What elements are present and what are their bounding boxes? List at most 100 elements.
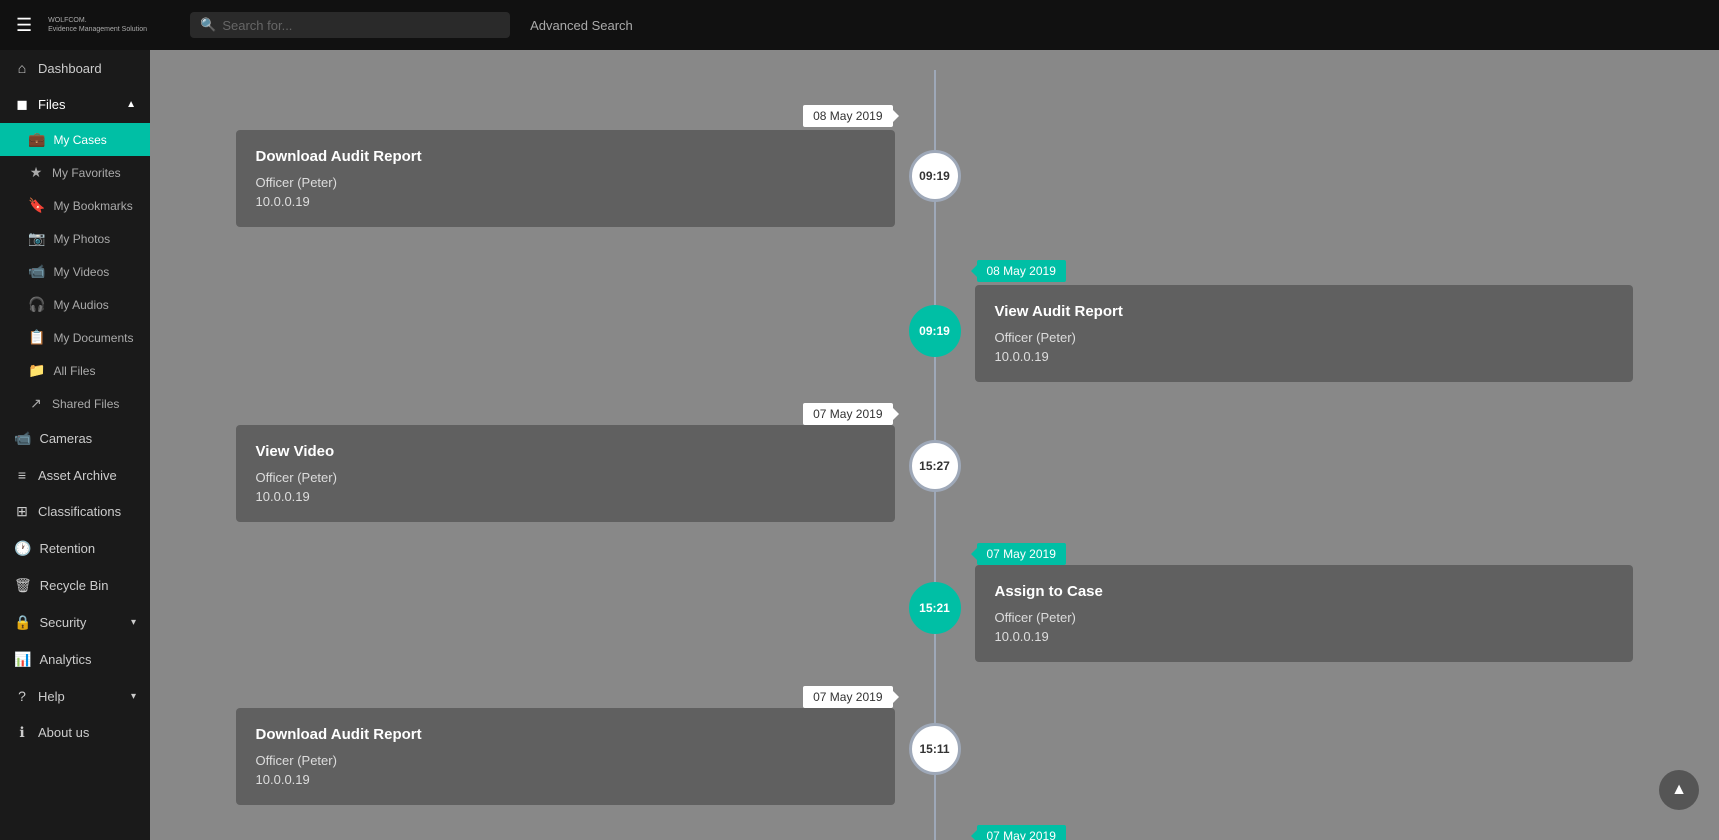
hamburger-icon[interactable]: ☰ bbox=[16, 15, 32, 36]
card-1-action: Download Audit Report bbox=[256, 148, 875, 165]
security-chevron-icon: ▾ bbox=[131, 617, 136, 628]
card-4-action: Assign to Case bbox=[995, 583, 1614, 600]
sidebar-item-cameras[interactable]: 📹 Cameras bbox=[0, 420, 150, 457]
help-chevron-icon: ▾ bbox=[131, 691, 136, 702]
about-us-icon: ℹ bbox=[14, 724, 30, 741]
card-4-ip: 10.0.0.19 bbox=[995, 629, 1614, 644]
my-documents-icon: 📋 bbox=[28, 329, 45, 346]
date-badge-1: 08 May 2019 bbox=[803, 105, 892, 127]
date-badge-5: 07 May 2019 bbox=[803, 686, 892, 708]
topbar: ☰ WOLFCOM. Evidence Management Solution … bbox=[0, 0, 1719, 50]
sidebar-my-bookmarks-label: My Bookmarks bbox=[53, 199, 132, 213]
my-favorites-icon: ★ bbox=[28, 164, 44, 181]
card-5-action: Download Audit Report bbox=[256, 726, 875, 743]
sidebar-item-recycle-bin[interactable]: 🗑 Recycle Bin bbox=[0, 567, 150, 604]
card-1-ip: 10.0.0.19 bbox=[256, 194, 875, 209]
date-badge-2: 08 May 2019 bbox=[977, 260, 1066, 282]
sidebar-asset-archive-label: Asset Archive bbox=[38, 468, 117, 483]
advanced-search-link[interactable]: Advanced Search bbox=[530, 18, 633, 33]
date-badge-3: 07 May 2019 bbox=[803, 403, 892, 425]
scroll-top-icon: ▲ bbox=[1671, 781, 1687, 799]
sidebar-retention-label: Retention bbox=[39, 541, 95, 556]
timeline-content: 08 May 2019 Download Audit Report Office… bbox=[150, 50, 1719, 840]
shared-files-icon: ↗ bbox=[28, 395, 44, 412]
card-1-officer: Officer (Peter) bbox=[256, 175, 875, 190]
card-5-officer: Officer (Peter) bbox=[256, 753, 875, 768]
sidebar-my-audios-label: My Audios bbox=[53, 298, 108, 312]
sidebar-item-shared-files[interactable]: ↗ Shared Files bbox=[0, 387, 150, 420]
timeline-card-4: Assign to Case Officer (Peter) 10.0.0.19 bbox=[975, 565, 1634, 662]
sidebar-item-all-files[interactable]: 📁 All Files bbox=[0, 354, 150, 387]
sidebar-cameras-label: Cameras bbox=[39, 431, 92, 446]
sidebar-my-videos-label: My Videos bbox=[53, 265, 109, 279]
my-photos-icon: 📷 bbox=[28, 230, 45, 247]
sidebar-all-files-label: All Files bbox=[53, 364, 95, 378]
sidebar-item-my-cases[interactable]: 💼 My Cases bbox=[0, 123, 150, 156]
sidebar-analytics-label: Analytics bbox=[39, 652, 91, 667]
classifications-icon: ⊞ bbox=[14, 503, 30, 520]
sidebar-item-classifications[interactable]: ⊞ Classifications bbox=[0, 493, 150, 530]
sidebar-shared-files-label: Shared Files bbox=[52, 397, 119, 411]
sidebar-item-help[interactable]: ? Help ▾ bbox=[0, 678, 150, 714]
sidebar-help-label: Help bbox=[38, 689, 65, 704]
sidebar-my-favorites-label: My Favorites bbox=[52, 166, 121, 180]
card-4-officer: Officer (Peter) bbox=[995, 610, 1614, 625]
timeline-card-5: Download Audit Report Officer (Peter) 10… bbox=[236, 708, 895, 805]
sidebar-my-photos-label: My Photos bbox=[53, 232, 110, 246]
search-input[interactable] bbox=[222, 18, 500, 33]
node-circle-5: 15:11 bbox=[909, 723, 961, 775]
sidebar-item-my-favorites[interactable]: ★ My Favorites bbox=[0, 156, 150, 189]
sidebar-item-analytics[interactable]: 📊 Analytics bbox=[0, 641, 150, 678]
logo-name: WOLFCOM. bbox=[48, 16, 178, 25]
files-icon: ◼ bbox=[14, 96, 30, 113]
card-3-ip: 10.0.0.19 bbox=[256, 489, 875, 504]
scroll-top-button[interactable]: ▲ bbox=[1659, 770, 1699, 810]
sidebar-item-my-videos[interactable]: 📹 My Videos bbox=[0, 255, 150, 288]
asset-archive-icon: ≡ bbox=[14, 467, 30, 483]
sidebar-item-asset-archive[interactable]: ≡ Asset Archive bbox=[0, 457, 150, 493]
logo-sub: Evidence Management Solution bbox=[48, 25, 178, 34]
timeline-node-5: 15:11 bbox=[909, 723, 961, 775]
dashboard-icon: ⌂ bbox=[14, 60, 30, 76]
card-5-ip: 10.0.0.19 bbox=[256, 772, 875, 787]
sidebar: ⌂ Dashboard ◼ Files ▲ 💼 My Cases ★ My Fa… bbox=[0, 50, 150, 840]
my-audios-icon: 🎧 bbox=[28, 296, 45, 313]
search-bar: 🔍 bbox=[190, 12, 510, 38]
security-icon: 🔒 bbox=[14, 614, 31, 631]
timeline-node-2: 09:19 bbox=[909, 305, 961, 357]
sidebar-files-label: Files bbox=[38, 97, 65, 112]
sidebar-item-retention[interactable]: 🕐 Retention bbox=[0, 530, 150, 567]
my-cases-icon: 💼 bbox=[28, 131, 45, 148]
sidebar-item-my-documents[interactable]: 📋 My Documents bbox=[0, 321, 150, 354]
node-circle-4: 15:21 bbox=[909, 582, 961, 634]
card-3-action: View Video bbox=[256, 443, 875, 460]
analytics-icon: 📊 bbox=[14, 651, 31, 668]
card-2-officer: Officer (Peter) bbox=[995, 330, 1614, 345]
date-badge-4: 07 May 2019 bbox=[977, 543, 1066, 565]
my-bookmarks-icon: 🔖 bbox=[28, 197, 45, 214]
timeline-node-1: 09:19 bbox=[909, 150, 961, 202]
sidebar-my-cases-label: My Cases bbox=[53, 133, 106, 147]
sidebar-recycle-bin-label: Recycle Bin bbox=[40, 578, 109, 593]
sidebar-item-my-bookmarks[interactable]: 🔖 My Bookmarks bbox=[0, 189, 150, 222]
sidebar-item-my-photos[interactable]: 📷 My Photos bbox=[0, 222, 150, 255]
node-circle-1: 09:19 bbox=[909, 150, 961, 202]
sidebar-item-files[interactable]: ◼ Files ▲ bbox=[0, 86, 150, 123]
sidebar-about-us-label: About us bbox=[38, 725, 89, 740]
chevron-up-icon: ▲ bbox=[126, 99, 136, 110]
cameras-icon: 📹 bbox=[14, 430, 31, 447]
sidebar-item-dashboard[interactable]: ⌂ Dashboard bbox=[0, 50, 150, 86]
card-2-action: View Audit Report bbox=[995, 303, 1614, 320]
search-icon: 🔍 bbox=[200, 17, 216, 33]
node-circle-3: 15:27 bbox=[909, 440, 961, 492]
card-3-officer: Officer (Peter) bbox=[256, 470, 875, 485]
sidebar-item-security[interactable]: 🔒 Security ▾ bbox=[0, 604, 150, 641]
sidebar-item-my-audios[interactable]: 🎧 My Audios bbox=[0, 288, 150, 321]
timeline-node-3: 15:27 bbox=[909, 440, 961, 492]
timeline-card-1: Download Audit Report Officer (Peter) 10… bbox=[236, 130, 895, 227]
timeline-node-4: 15:21 bbox=[909, 582, 961, 634]
my-videos-icon: 📹 bbox=[28, 263, 45, 280]
timeline-card-3: View Video Officer (Peter) 10.0.0.19 bbox=[236, 425, 895, 522]
date-badge-6: 07 May 2019 bbox=[977, 825, 1066, 840]
sidebar-item-about-us[interactable]: ℹ About us bbox=[0, 714, 150, 751]
